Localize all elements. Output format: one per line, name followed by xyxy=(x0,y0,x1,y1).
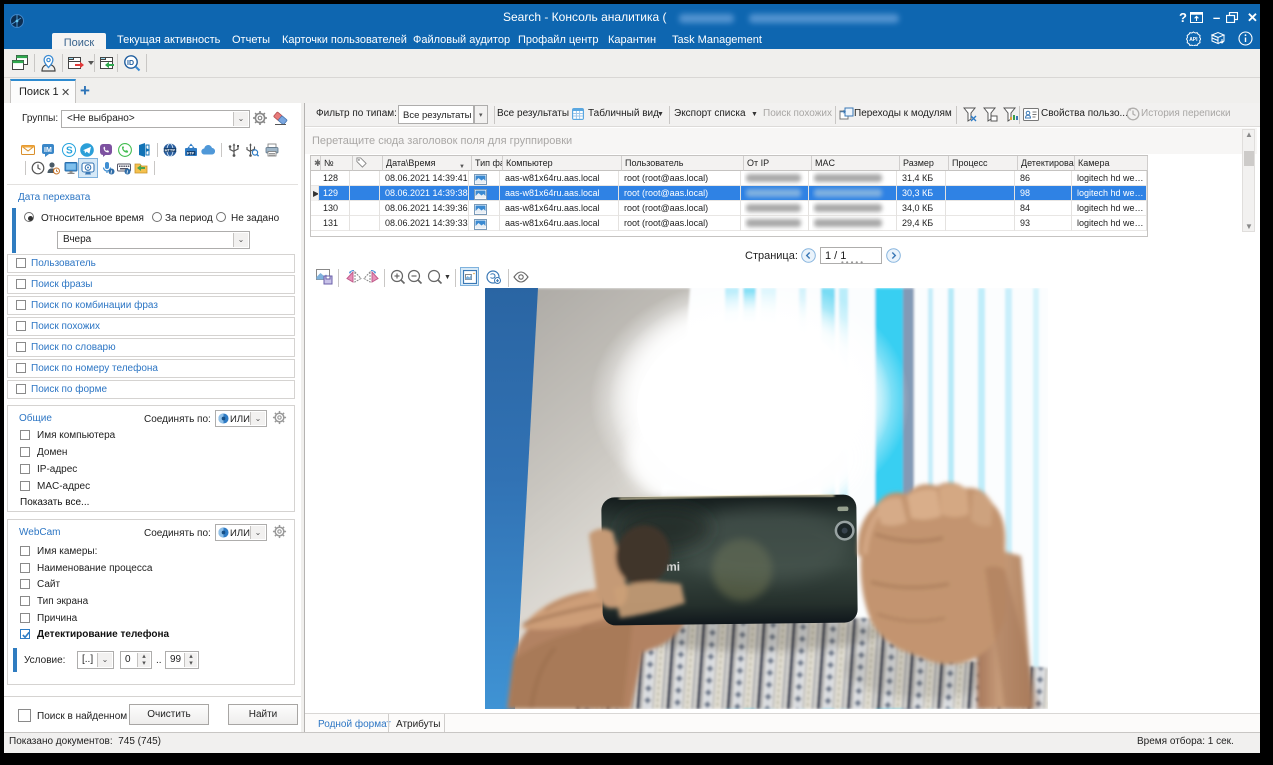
svg-text:S: S xyxy=(66,146,73,157)
svg-text:ID: ID xyxy=(127,60,134,67)
svg-text:IM: IM xyxy=(44,147,52,154)
svg-text:HTTP: HTTP xyxy=(165,147,176,152)
svg-text:API: API xyxy=(1189,37,1198,43)
svg-text:FTP: FTP xyxy=(187,152,195,156)
